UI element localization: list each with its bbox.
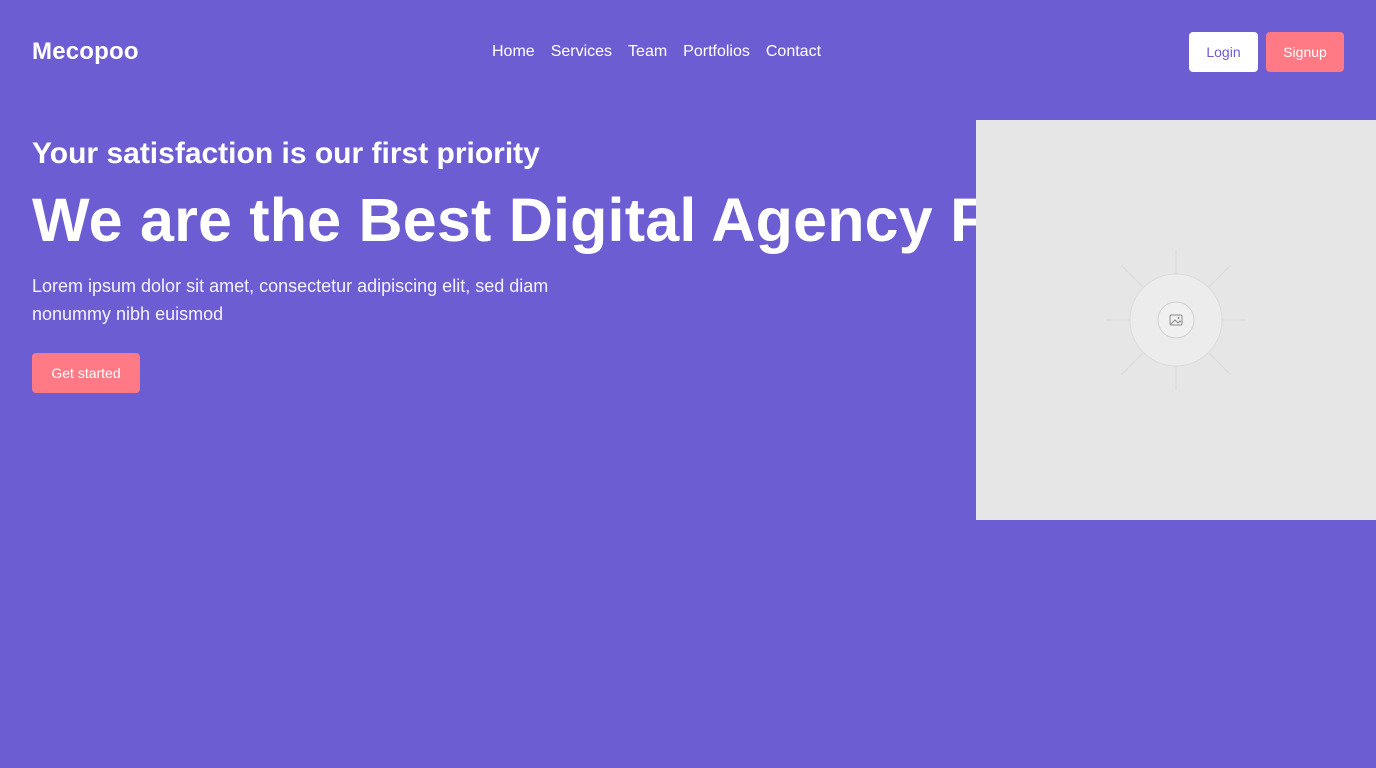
hero-lead: Lorem ipsum dolor sit amet, consectetur … [32,276,549,324]
hero-text: Your satisfaction is our first priority … [32,0,976,768]
hero-eyebrow: Your satisfaction is our first priority [32,137,540,170]
login-button[interactable]: Login [1189,32,1258,72]
hero-image-placeholder [976,120,1376,520]
auth-buttons: Login Signup [1189,32,1344,72]
hero-headline: We are the Best Digital Agency For Your … [32,186,976,254]
landing-page: Mecopoo Home Services Team Portfolios Co… [0,0,1376,768]
image-placeholder-icon [1106,250,1246,390]
get-started-button[interactable]: Get started [32,353,140,393]
signup-button[interactable]: Signup [1266,32,1344,72]
